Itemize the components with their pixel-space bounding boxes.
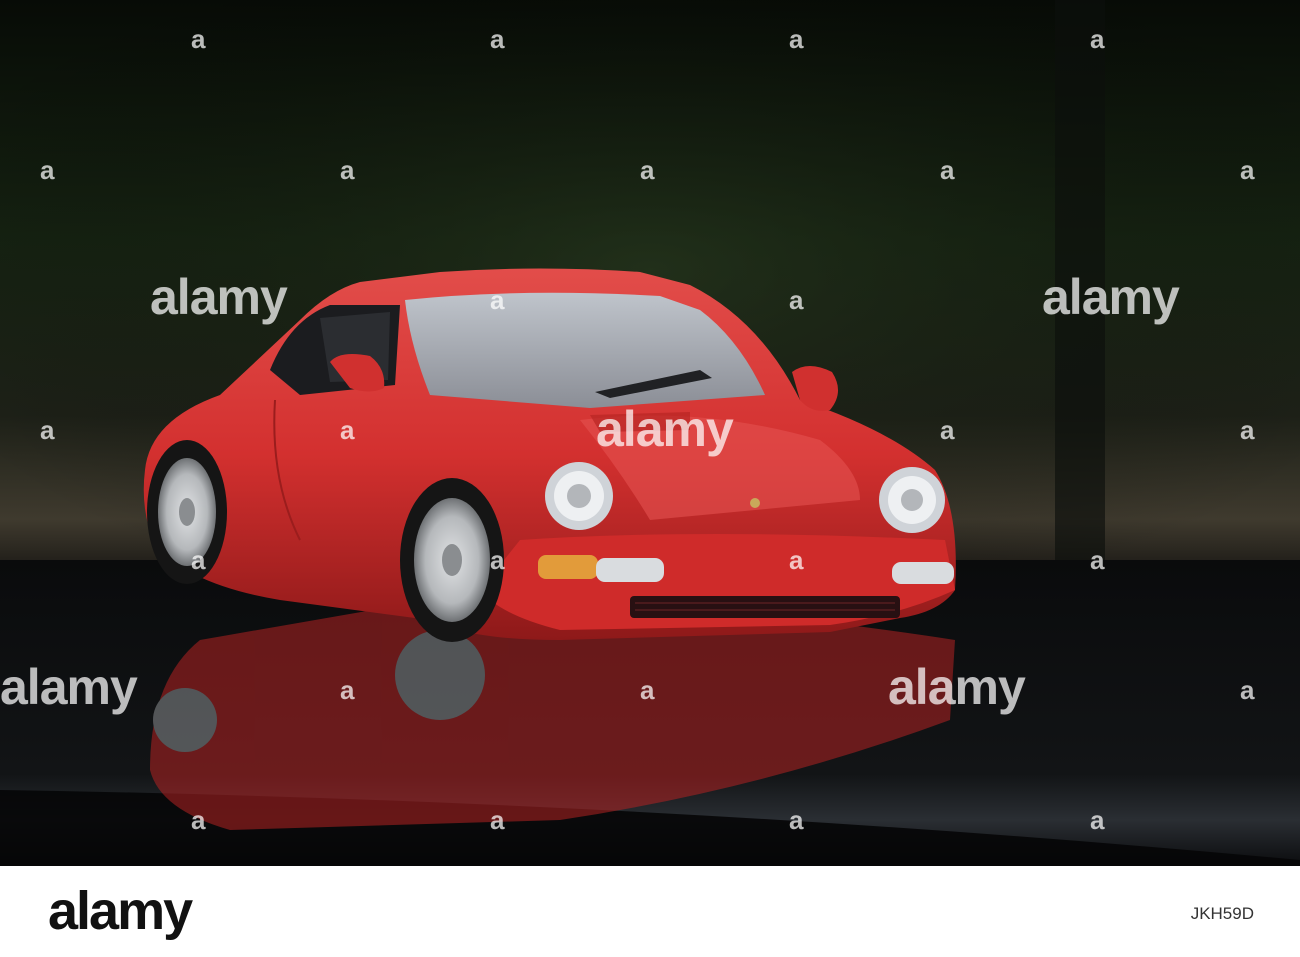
photo: alamy alamy alamy alamy alamy a a a a a …: [0, 0, 1300, 866]
image-id-label: JKH59D: [1190, 904, 1254, 923]
footer-bar: alamy JKH59D: [0, 866, 1300, 957]
model-car-photo: [0, 0, 1300, 866]
alamy-logo: alamy: [48, 881, 193, 941]
